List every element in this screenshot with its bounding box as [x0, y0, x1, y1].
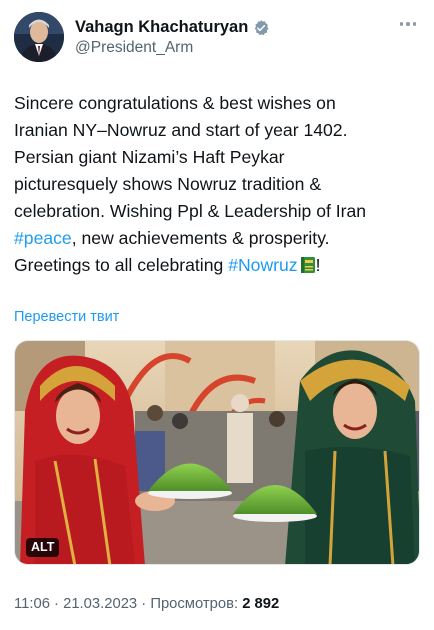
- tweet-line-7: Greetings to all celebrating #Nowruz !: [14, 252, 424, 279]
- tweet-line-7-start: Greetings to all celebrating: [14, 255, 229, 275]
- avatar-image: [14, 12, 64, 62]
- verified-badge-icon: [255, 19, 269, 35]
- views-label: Просмотров:: [150, 596, 243, 612]
- tweet-line-6-rest: , new achievements & prosperity.: [71, 228, 330, 248]
- tweet-date[interactable]: 21.03.2023: [63, 596, 137, 612]
- meta-separator: ·: [49, 596, 64, 612]
- more-options-icon[interactable]: [396, 14, 420, 34]
- views-count: 2 892: [242, 596, 280, 612]
- author-display-name[interactable]: Vahagn Khachaturyan: [75, 18, 248, 37]
- book-emoji-icon: [300, 257, 315, 273]
- translate-tweet-link[interactable]: Перевести твит: [14, 309, 119, 325]
- tweet-meta: 11:06 · 21.03.2023 · Просмотров: 2 892: [14, 596, 279, 612]
- tweet-line-6: #peace, new achievements & prosperity.: [14, 225, 424, 252]
- author-handle[interactable]: @President_Arm: [75, 39, 193, 57]
- photo-two-women-with-wheatgrass: [15, 341, 419, 564]
- tweet-line: celebration. Wishing Ppl & Leadership of…: [14, 201, 367, 221]
- hashtag-nowruz[interactable]: #Nowruz: [228, 255, 297, 275]
- alt-text-badge[interactable]: ALT: [26, 538, 60, 557]
- tweet-line: picturesquely shows Nowruz tradition &: [14, 174, 322, 194]
- hashtag-peace[interactable]: #peace: [14, 228, 72, 248]
- tweet-line: Sincere congratulations & best wishes on: [14, 93, 336, 113]
- tweet-time[interactable]: 11:06: [14, 596, 50, 612]
- name-row: Vahagn Khachaturyan: [75, 18, 270, 37]
- tweet-photo[interactable]: ALT: [14, 340, 420, 565]
- tweet-line: Iranian NY–Nowruz and start of year 1402…: [14, 120, 348, 140]
- avatar[interactable]: [14, 12, 64, 62]
- tweet-line-7-end: !: [315, 255, 321, 275]
- meta-separator: ·: [137, 596, 151, 612]
- tweet-line: Persian giant Nizami’s Haft Peykar: [14, 147, 285, 167]
- tweet-header: Vahagn Khachaturyan @President_Arm: [14, 12, 420, 64]
- tweet-text: Sincere congratulations & best wishes on…: [14, 90, 424, 279]
